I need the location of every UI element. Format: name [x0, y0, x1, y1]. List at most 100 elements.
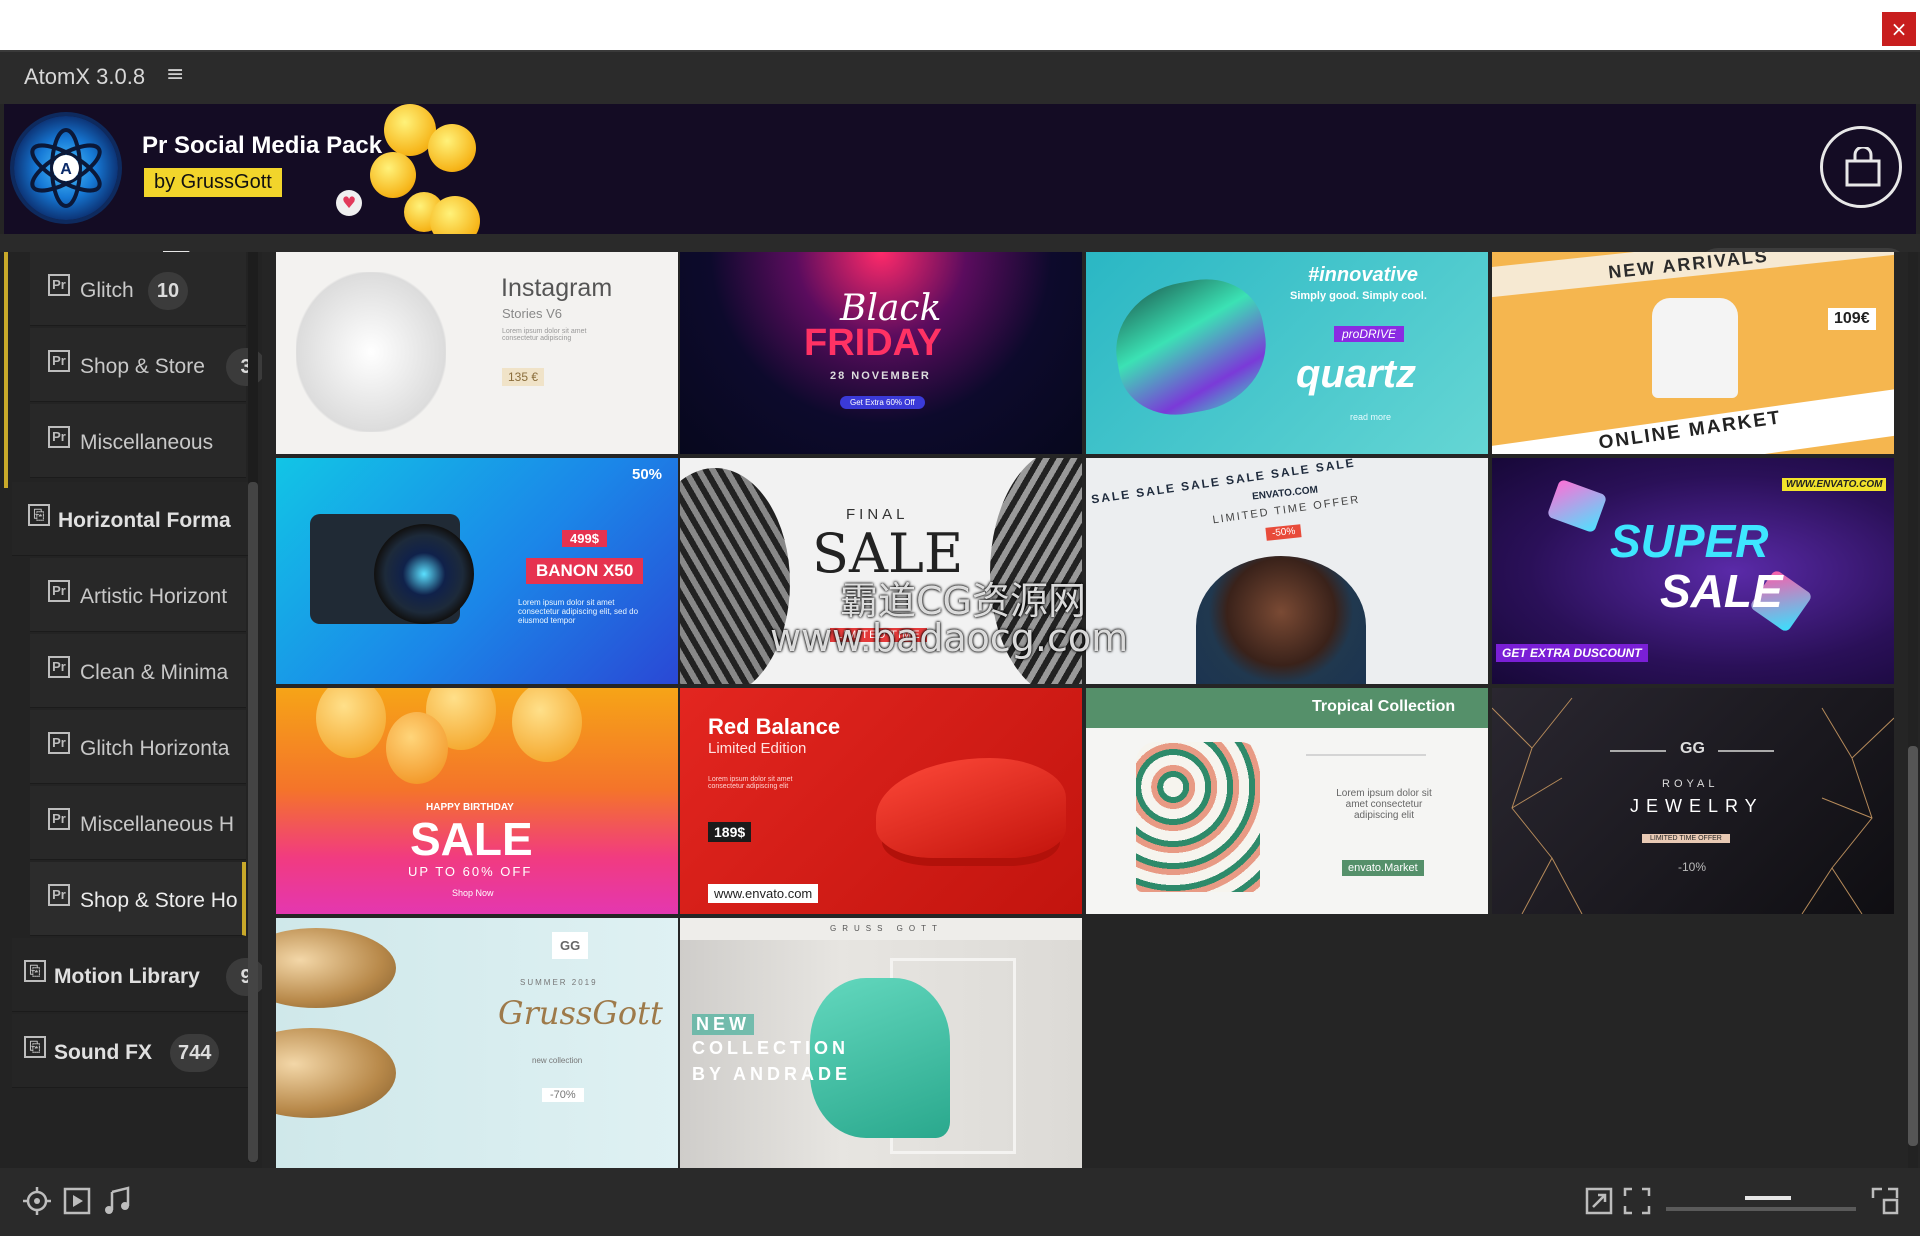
banner-title: Pr Social Media Pack: [142, 132, 383, 159]
card-line-3: BY ANDRADE: [692, 1064, 852, 1084]
video-icon[interactable]: [62, 1186, 92, 1216]
template-card-limited-offer[interactable]: SALE SALE SALE SALE SALE SALE ENVATO.COM…: [1086, 458, 1488, 684]
project-file-icon: Pr: [48, 350, 70, 372]
folder-icon: ⎘: [28, 504, 50, 526]
window-top-strip: ×: [0, 0, 1920, 52]
template-card-tropical[interactable]: Tropical Collection Lorem ipsum dolor si…: [1086, 688, 1488, 914]
card-discount: 50%: [632, 466, 663, 483]
music-note-icon[interactable]: [102, 1186, 132, 1216]
card-title: SALE: [410, 813, 533, 865]
sidebar-item-shop-store-horizontal[interactable]: Pr Shop & Store Ho: [30, 862, 246, 936]
watermark-line-2: www.badaocg.com: [770, 616, 1129, 660]
project-file-icon: Pr: [48, 274, 70, 296]
card-site: WWW.ENVATO.COM: [1782, 478, 1887, 491]
card-kicker: SUMMER 2019: [520, 978, 598, 987]
transform-icon[interactable]: [22, 1186, 52, 1216]
balloon-icon: [316, 688, 386, 758]
count-badge: 744: [170, 1034, 220, 1072]
card-url: www.envato.com: [708, 884, 819, 903]
template-card-quartz[interactable]: #innovative Simply good. Simply cool. pr…: [1086, 252, 1488, 454]
sidebar-scroll-thumb[interactable]: [248, 482, 258, 1162]
balloon-icon: [512, 688, 582, 762]
template-card-banon-camera[interactable]: 50% 499$ BANON X50 Lorem ipsum dolor sit…: [276, 458, 678, 684]
card-title: GrussGott: [498, 994, 663, 1032]
app-title: AtomX 3.0.8: [24, 64, 146, 89]
card-logo: GG: [552, 932, 589, 959]
card-title: BANON X50: [526, 558, 644, 584]
sidebar-item-label: Sound FX: [54, 1041, 152, 1064]
shopping-bag-button[interactable]: [1820, 126, 1902, 208]
expand-icon[interactable]: [1584, 1186, 1614, 1216]
card-logo: GG: [1680, 740, 1705, 757]
sidebar-item-label: Miscellaneous: [80, 431, 214, 454]
sidebar-item-miscellaneous[interactable]: Pr Miscellaneous: [30, 404, 246, 478]
shoe-image: [1105, 269, 1277, 425]
sidebar-item-sound-fx[interactable]: ⎘ Sound FX 744: [12, 1014, 248, 1088]
template-card-grussgott-summer[interactable]: GG SUMMER 2019 GrussGott new collection …: [276, 918, 678, 1168]
folder-icon: ⎘: [24, 960, 46, 982]
close-window-button[interactable]: ×: [1882, 12, 1916, 46]
card-title-top: SUPER: [1610, 515, 1769, 567]
emoji-decoration-icon: [428, 124, 476, 172]
red-sneaker-image: [876, 758, 1066, 858]
card-offer: UP TO 60% OFF: [408, 864, 533, 879]
sidebar-item-label: Miscellaneous H: [80, 813, 235, 836]
card-header: GRUSS GOTT: [830, 924, 943, 933]
card-button: envato.Market: [1342, 860, 1424, 876]
template-card-royal-jewelry[interactable]: GG ROYAL JEWELRY LIMITED TIME OFFER -10%: [1492, 688, 1894, 914]
card-tagline: Simply good. Simply cool.: [1290, 290, 1427, 302]
card-title-bottom: SALE: [1660, 565, 1783, 617]
zoom-slider-knob[interactable]: [1745, 1196, 1792, 1200]
project-file-icon: Pr: [48, 426, 70, 448]
sidebar-item-horizontal-formats[interactable]: ⎘ Horizontal Forma: [12, 482, 248, 556]
sidebar-item-glitch[interactable]: Pr Glitch 10: [30, 252, 246, 326]
card-subtitle: Limited Edition: [708, 740, 807, 757]
camera-lens: [374, 524, 474, 624]
template-card-birthday-sale[interactable]: HAPPY BIRTHDAY SALE UP TO 60% OFF Shop N…: [276, 688, 678, 914]
fullscreen-icon[interactable]: [1870, 1186, 1900, 1216]
sidebar-item-label: Shop & Store: [80, 355, 205, 378]
template-card-new-arrivals[interactable]: NEW ARRIVALS 109€ ONLINE MARKET: [1492, 252, 1894, 454]
template-card-red-balance[interactable]: Red Balance Limited Edition Lorem ipsum …: [680, 688, 1082, 914]
sidebar-item-glitch-horizontal[interactable]: Pr Glitch Horizonta: [30, 710, 246, 784]
sneakers-image: [296, 272, 446, 432]
grid-scroll-thumb[interactable]: [1908, 746, 1918, 1146]
sidebar-item-artistic-horizontal[interactable]: Pr Artistic Horizont: [30, 558, 246, 632]
template-card-instagram-stories[interactable]: Instagram Stories V6 Lorem ipsum dolor s…: [276, 252, 678, 454]
heart-icon: ♥: [336, 190, 362, 216]
count-badge: 10: [148, 272, 188, 310]
sidebar-item-clean-minimal[interactable]: Pr Clean & Minima: [30, 634, 246, 708]
card-sub: new collection: [532, 1056, 583, 1065]
card-title: Instagram: [501, 274, 613, 302]
card-title: Tropical Collection: [1312, 698, 1456, 715]
template-card-new-collection[interactable]: GRUSS GOTT NEW COLLECTION BY ANDRADE: [680, 918, 1082, 1168]
zoom-slider[interactable]: [1666, 1207, 1856, 1211]
template-card-black-friday[interactable]: Black FRIDAY 28 NOVEMBER Get Extra 60% O…: [680, 252, 1082, 454]
sidebar-scrollbar[interactable]: [248, 252, 258, 1162]
emoji-decoration-icon: [430, 196, 480, 234]
card-price: 135 €: [502, 368, 545, 386]
card-line-1: NEW: [692, 1014, 754, 1035]
template-card-super-sale[interactable]: WWW.ENVATO.COM SUPER SALE GET EXTRA DUSC…: [1492, 458, 1894, 684]
tshirt-image: [1652, 298, 1738, 398]
sidebar-item-label: Horizontal Forma: [58, 509, 231, 532]
sidebar-item-shop-store[interactable]: Pr Shop & Store 3: [30, 328, 262, 402]
card-badge: LIMITED TIME OFFER: [1642, 834, 1730, 843]
shopping-bag-icon: [1845, 147, 1881, 187]
card-price: 189$: [708, 822, 752, 842]
atomx-logo: A: [14, 116, 118, 220]
category-sidebar: Pr Glitch 10 Pr Shop & Store 3 Pr Miscel…: [0, 252, 262, 1168]
project-file-icon: Pr: [48, 656, 70, 678]
card-percent: -50%: [1265, 524, 1302, 541]
grid-scrollbar[interactable]: [1908, 252, 1918, 1168]
sidebar-item-label: Motion Library: [54, 965, 200, 988]
balloon-icon: [386, 712, 448, 784]
card-price: 109€: [1828, 308, 1876, 330]
card-body: Lorem ipsum dolor sit amet consectetur a…: [518, 598, 639, 625]
sidebar-item-miscellaneous-horizontal[interactable]: Pr Miscellaneous H: [30, 786, 246, 860]
fit-icon[interactable]: [1622, 1186, 1652, 1216]
project-file-icon: Pr: [48, 732, 70, 754]
sidebar-item-motion-library[interactable]: ⎘ Motion Library 9: [12, 938, 262, 1012]
hamburger-menu-icon[interactable]: ≡: [166, 62, 184, 87]
card-cta: GET EXTRA DUSCOUNT: [1496, 644, 1648, 662]
